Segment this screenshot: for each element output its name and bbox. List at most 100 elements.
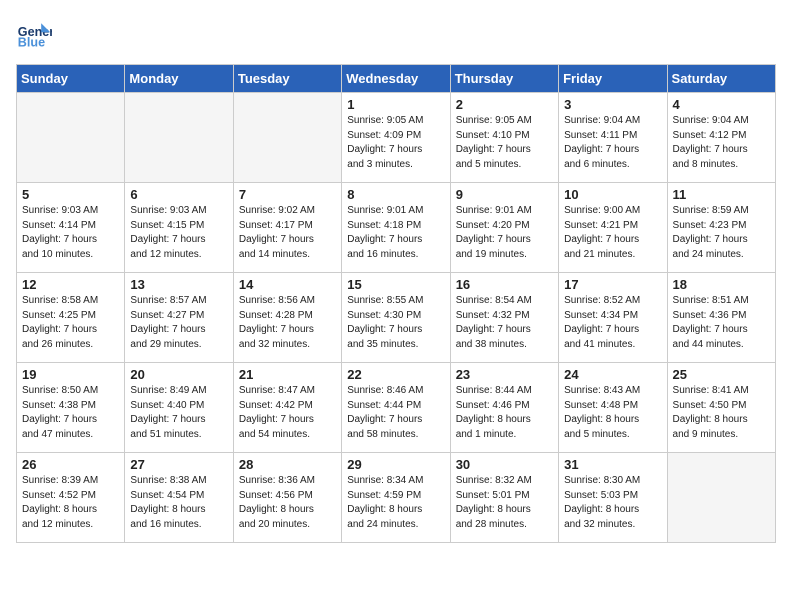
calendar-cell: 10 Sunrise: 9:00 AM Sunset: 4:21 PM Dayli… [559,183,667,273]
day-number: 6 [130,187,227,202]
weekday-header-friday: Friday [559,65,667,93]
calendar-cell: 17 Sunrise: 8:52 AM Sunset: 4:34 PM Dayli… [559,273,667,363]
calendar-cell: 26Sunrise: 8:39 AM Sunset: 4:52 PM Dayli… [17,453,125,543]
calendar-cell: 30 Sunrise: 8:32 AM Sunset: 5:01 PM Dayli… [450,453,558,543]
logo: General Blue [16,16,52,52]
cell-info: Sunrise: 8:30 AM Sunset: 5:03 PM Dayligh… [564,474,661,532]
day-number: 31 [564,457,661,472]
day-number: 28 [239,457,336,472]
calendar-cell: 15 Sunrise: 8:55 AM Sunset: 4:30 PM Dayli… [342,273,450,363]
calendar-cell: 29Sunrise: 8:34 AM Sunset: 4:59 PM Dayli… [342,453,450,543]
day-number: 13 [130,277,227,292]
cell-info: Sunrise: 9:04 AM Sunset: 4:12 PM Dayligh… [673,114,770,172]
calendar-cell: 14 Sunrise: 8:56 AM Sunset: 4:28 PM Dayli… [233,273,341,363]
calendar-cell: 11 Sunrise: 8:59 AM Sunset: 4:23 PM Dayli… [667,183,775,273]
cell-info: Sunrise: 8:56 AM Sunset: 4:28 PM Dayligh… [239,294,336,352]
calendar-cell: 24 Sunrise: 8:43 AM Sunset: 4:48 PM Dayli… [559,363,667,453]
calendar-cell: 8 Sunrise: 9:01 AM Sunset: 4:18 PM Daylig… [342,183,450,273]
calendar-cell: 5 Sunrise: 9:03 AM Sunset: 4:14 PM Daylig… [17,183,125,273]
calendar-cell: 28 Sunrise: 8:36 AM Sunset: 4:56 PM Dayli… [233,453,341,543]
cell-info: Sunrise: 9:00 AM Sunset: 4:21 PM Dayligh… [564,204,661,262]
calendar-table: SundayMondayTuesdayWednesdayThursdayFrid… [16,64,776,543]
day-number: 16 [456,277,553,292]
day-number: 24 [564,367,661,382]
cell-info: Sunrise: 8:49 AM Sunset: 4:40 PM Dayligh… [130,384,227,442]
day-number: 21 [239,367,336,382]
day-number: 2 [456,97,553,112]
cell-info: Sunrise: 8:32 AM Sunset: 5:01 PM Dayligh… [456,474,553,532]
cell-info: Sunrise: 8:47 AM Sunset: 4:42 PM Dayligh… [239,384,336,442]
calendar-cell: 3 Sunrise: 9:04 AM Sunset: 4:11 PM Daylig… [559,93,667,183]
weekday-header-thursday: Thursday [450,65,558,93]
calendar-cell [125,93,233,183]
day-number: 19 [22,367,119,382]
day-number: 17 [564,277,661,292]
day-number: 7 [239,187,336,202]
day-number: 1 [347,97,444,112]
logo-icon: General Blue [16,16,52,52]
cell-info: Sunrise: 8:55 AM Sunset: 4:30 PM Dayligh… [347,294,444,352]
calendar-cell: 27 Sunrise: 8:38 AM Sunset: 4:54 PM Dayli… [125,453,233,543]
calendar-cell [233,93,341,183]
day-number: 12 [22,277,119,292]
day-number: 29 [347,457,444,472]
day-number: 8 [347,187,444,202]
cell-info: Sunrise: 8:44 AM Sunset: 4:46 PM Dayligh… [456,384,553,442]
day-number: 3 [564,97,661,112]
day-number: 22 [347,367,444,382]
cell-info: Sunrise: 8:36 AM Sunset: 4:56 PM Dayligh… [239,474,336,532]
day-number: 30 [456,457,553,472]
calendar-cell: 16 Sunrise: 8:54 AM Sunset: 4:32 PM Dayli… [450,273,558,363]
day-number: 14 [239,277,336,292]
page-header: General Blue [16,16,776,52]
calendar-cell: 13 Sunrise: 8:57 AM Sunset: 4:27 PM Dayli… [125,273,233,363]
day-number: 15 [347,277,444,292]
weekday-header-saturday: Saturday [667,65,775,93]
calendar-cell: 18 Sunrise: 8:51 AM Sunset: 4:36 PM Dayli… [667,273,775,363]
cell-info: Sunrise: 8:50 AM Sunset: 4:38 PM Dayligh… [22,384,119,442]
cell-info: Sunrise: 9:04 AM Sunset: 4:11 PM Dayligh… [564,114,661,172]
cell-info: Sunrise: 8:43 AM Sunset: 4:48 PM Dayligh… [564,384,661,442]
weekday-header-tuesday: Tuesday [233,65,341,93]
cell-info: Sunrise: 8:52 AM Sunset: 4:34 PM Dayligh… [564,294,661,352]
cell-info: Sunrise: 8:59 AM Sunset: 4:23 PM Dayligh… [673,204,770,262]
cell-info: Sunrise: 8:58 AM Sunset: 4:25 PM Dayligh… [22,294,119,352]
day-number: 10 [564,187,661,202]
cell-info: Sunrise: 9:01 AM Sunset: 4:18 PM Dayligh… [347,204,444,262]
cell-info: Sunrise: 8:54 AM Sunset: 4:32 PM Dayligh… [456,294,553,352]
day-number: 18 [673,277,770,292]
calendar-cell: 31 Sunrise: 8:30 AM Sunset: 5:03 PM Dayli… [559,453,667,543]
calendar-cell [667,453,775,543]
day-number: 25 [673,367,770,382]
cell-info: Sunrise: 9:05 AM Sunset: 4:09 PM Dayligh… [347,114,444,172]
day-number: 23 [456,367,553,382]
day-number: 26 [22,457,119,472]
cell-info: Sunrise: 9:05 AM Sunset: 4:10 PM Dayligh… [456,114,553,172]
day-number: 5 [22,187,119,202]
calendar-cell: 25 Sunrise: 8:41 AM Sunset: 4:50 PM Dayli… [667,363,775,453]
weekday-header-monday: Monday [125,65,233,93]
calendar-cell: 6 Sunrise: 9:03 AM Sunset: 4:15 PM Daylig… [125,183,233,273]
day-number: 27 [130,457,227,472]
day-number: 4 [673,97,770,112]
cell-info: Sunrise: 9:03 AM Sunset: 4:14 PM Dayligh… [22,204,119,262]
calendar-cell: 20 Sunrise: 8:49 AM Sunset: 4:40 PM Dayli… [125,363,233,453]
day-number: 11 [673,187,770,202]
calendar-cell: 1 Sunrise: 9:05 AM Sunset: 4:09 PM Daylig… [342,93,450,183]
calendar-cell [17,93,125,183]
calendar-cell: 12 Sunrise: 8:58 AM Sunset: 4:25 PM Dayli… [17,273,125,363]
cell-info: Sunrise: 9:02 AM Sunset: 4:17 PM Dayligh… [239,204,336,262]
calendar-cell: 19 Sunrise: 8:50 AM Sunset: 4:38 PM Dayli… [17,363,125,453]
cell-info: Sunrise: 9:03 AM Sunset: 4:15 PM Dayligh… [130,204,227,262]
weekday-header-sunday: Sunday [17,65,125,93]
calendar-cell: 9Sunrise: 9:01 AM Sunset: 4:20 PM Daylig… [450,183,558,273]
cell-info: Sunrise: 8:41 AM Sunset: 4:50 PM Dayligh… [673,384,770,442]
day-number: 20 [130,367,227,382]
cell-info: Sunrise: 8:51 AM Sunset: 4:36 PM Dayligh… [673,294,770,352]
calendar-cell: 4 Sunrise: 9:04 AM Sunset: 4:12 PM Daylig… [667,93,775,183]
day-number: 9 [456,187,553,202]
cell-info: Sunrise: 8:38 AM Sunset: 4:54 PM Dayligh… [130,474,227,532]
calendar-cell: 21 Sunrise: 8:47 AM Sunset: 4:42 PM Dayli… [233,363,341,453]
cell-info: Sunrise: 8:57 AM Sunset: 4:27 PM Dayligh… [130,294,227,352]
cell-info: Sunrise: 8:46 AM Sunset: 4:44 PM Dayligh… [347,384,444,442]
